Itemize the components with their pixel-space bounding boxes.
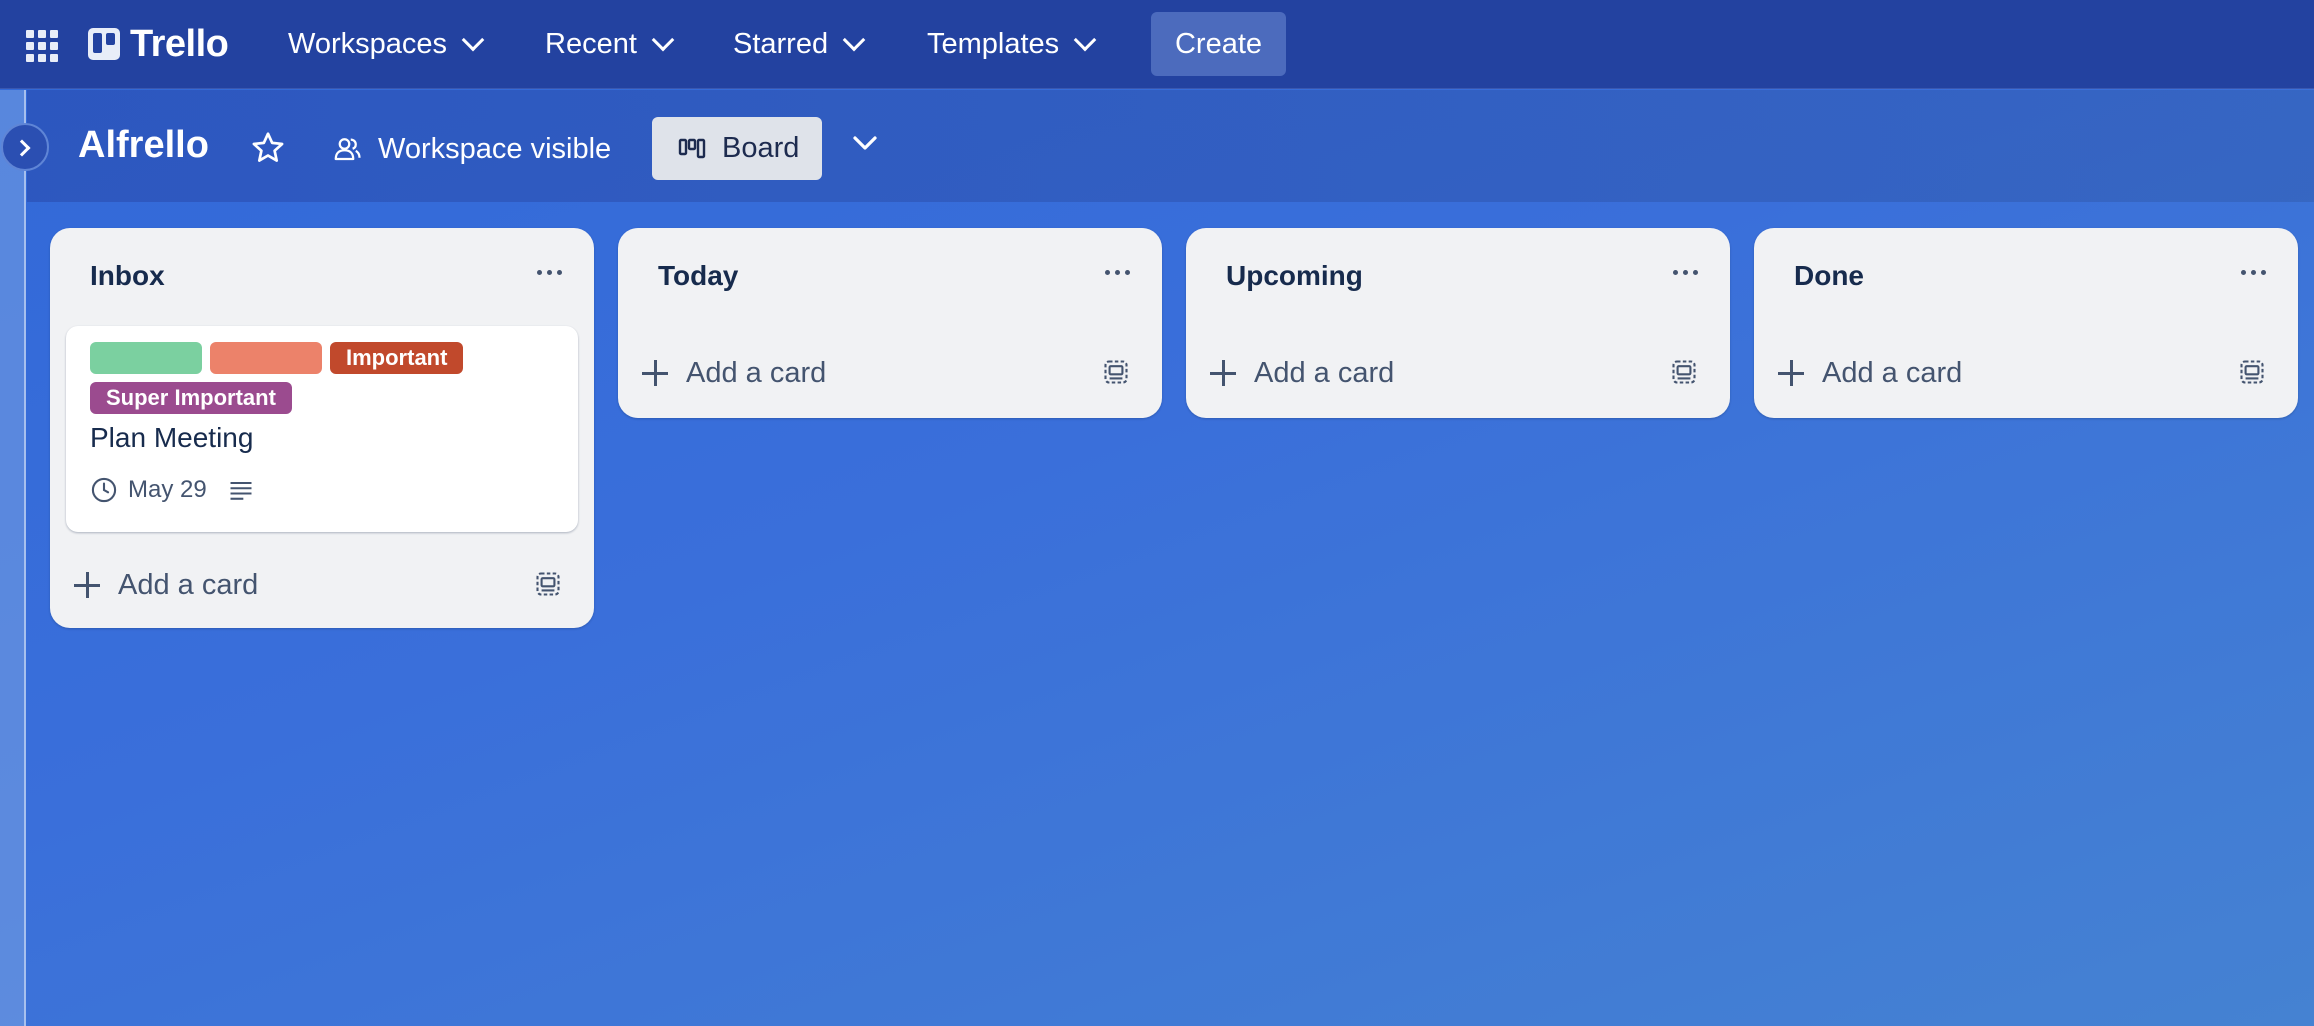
label-orange[interactable] — [210, 342, 322, 374]
add-card-button[interactable]: Add a card — [642, 346, 826, 400]
plus-icon — [642, 360, 668, 386]
trello-logo-icon — [88, 28, 120, 60]
nav-recent-dropdown[interactable]: Recent — [545, 17, 675, 71]
list-title[interactable]: Inbox — [90, 260, 165, 292]
label-important[interactable]: Important — [330, 342, 464, 374]
logo-text: Trello — [130, 22, 229, 65]
top-navigation-bar: Trello Workspaces Recent Starred Templat… — [0, 0, 2314, 89]
chevron-down-icon[interactable] — [850, 128, 880, 158]
plus-icon — [1778, 360, 1804, 386]
nav-workspaces-label: Workspaces — [288, 27, 448, 60]
nav-recent-label: Recent — [545, 27, 637, 60]
chevron-down-icon — [461, 28, 485, 52]
workspace-visibility-label: Workspace visible — [378, 132, 612, 165]
add-card-button[interactable]: Add a card — [74, 558, 258, 612]
plus-icon — [74, 572, 100, 598]
expand-sidebar-button[interactable] — [1, 123, 49, 171]
star-icon[interactable] — [250, 130, 286, 166]
more-dots-icon[interactable] — [1105, 270, 1130, 275]
list-inbox: Inbox Important Super Important Plan Mee… — [50, 228, 594, 628]
apps-grid-icon[interactable] — [22, 26, 62, 66]
card-template-icon[interactable] — [534, 570, 562, 598]
list-title[interactable]: Today — [658, 260, 738, 292]
nav-starred-label: Starred — [733, 27, 829, 60]
card-title: Plan Meeting — [90, 422, 254, 453]
workspace-visible-icon — [334, 138, 361, 161]
list-done: Done Add a card — [1754, 228, 2298, 418]
card-plan-meeting[interactable]: Important Super Important Plan Meeting M… — [66, 326, 578, 532]
board-title[interactable]: Alfrello — [78, 124, 209, 167]
list-today: Today Add a card — [618, 228, 1162, 418]
more-dots-icon[interactable] — [2241, 270, 2266, 275]
list-title[interactable]: Done — [1794, 260, 1864, 292]
chevron-down-icon — [1073, 28, 1097, 52]
trello-logo[interactable]: Trello — [88, 18, 229, 70]
add-card-button[interactable]: Add a card — [1210, 346, 1394, 400]
board-icon — [678, 138, 706, 158]
list-upcoming: Upcoming Add a card — [1186, 228, 1730, 418]
due-date-text: May 29 — [128, 476, 207, 503]
due-date-badge[interactable]: May 29 — [90, 476, 207, 504]
card-labels: Important Super Important — [90, 342, 560, 414]
card-template-icon[interactable] — [1102, 358, 1130, 386]
chevron-down-icon — [842, 28, 866, 52]
add-card-label: Add a card — [1822, 356, 1963, 389]
nav-workspaces-dropdown[interactable]: Workspaces — [288, 17, 485, 71]
card-template-icon[interactable] — [1670, 358, 1698, 386]
board-view-button[interactable]: Board — [652, 117, 822, 180]
label-green[interactable] — [90, 342, 202, 374]
chevron-down-icon — [651, 28, 675, 52]
board-view-label: Board — [722, 132, 800, 164]
workspace-visibility-button[interactable]: Workspace visible — [332, 124, 611, 174]
add-card-label: Add a card — [686, 356, 827, 389]
more-dots-icon[interactable] — [1673, 270, 1698, 275]
nav-templates-dropdown[interactable]: Templates — [927, 17, 1097, 71]
plus-icon — [1210, 360, 1236, 386]
clock-icon — [91, 477, 117, 503]
add-card-label: Add a card — [118, 568, 259, 601]
card-template-icon[interactable] — [2238, 358, 2266, 386]
create-button[interactable]: Create — [1151, 12, 1286, 76]
nav-starred-dropdown[interactable]: Starred — [733, 17, 866, 71]
more-dots-icon[interactable] — [537, 270, 562, 275]
add-card-label: Add a card — [1254, 356, 1395, 389]
workspace-sidebar-collapsed — [0, 90, 26, 1026]
label-super-important[interactable]: Super Important — [90, 382, 292, 414]
description-icon — [230, 481, 252, 500]
card-badges: May 29 — [90, 476, 255, 504]
add-card-button[interactable]: Add a card — [1778, 346, 1962, 400]
list-title[interactable]: Upcoming — [1226, 260, 1363, 292]
nav-templates-label: Templates — [927, 27, 1060, 60]
